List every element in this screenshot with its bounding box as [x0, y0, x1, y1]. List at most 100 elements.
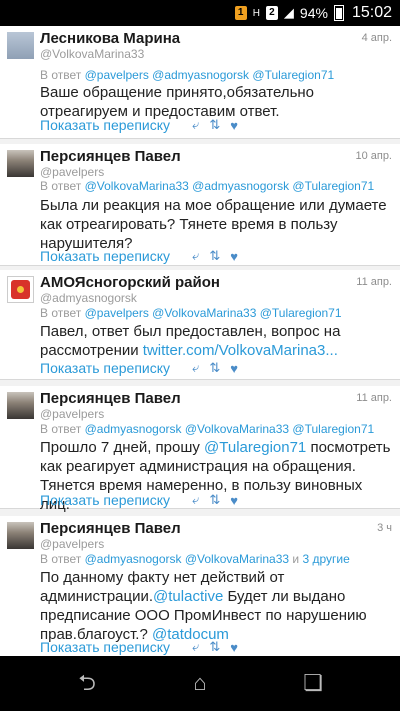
- heart-icon[interactable]: ♥: [230, 118, 238, 133]
- reply-icon[interactable]: ⤶: [192, 117, 199, 133]
- reply-line: В ответ @pavelpers @admyasnogorsk @Tular…: [40, 68, 334, 82]
- reply-prefix: В ответ: [40, 179, 82, 193]
- battery-icon: [333, 5, 344, 21]
- reply-mentions[interactable]: @pavelpers @VolkovaMarina33 @Tularegion7…: [85, 306, 342, 320]
- retweet-icon[interactable]: ⇅: [209, 117, 220, 133]
- author-name[interactable]: Персиянцев Павел: [40, 148, 181, 165]
- tweet-text: По данному факту нет действий от админис…: [40, 568, 392, 644]
- tweet-mention[interactable]: @tulactive: [153, 588, 223, 605]
- reply-prefix: В ответ: [40, 306, 82, 320]
- recents-icon[interactable]: ❏: [298, 670, 328, 696]
- retweet-icon[interactable]: ⇅: [209, 248, 220, 264]
- show-conversation-link[interactable]: Показать переписку: [40, 248, 170, 264]
- show-conversation-link[interactable]: Показать переписку: [40, 360, 170, 376]
- retweet-icon[interactable]: ⇅: [209, 360, 220, 376]
- avatar[interactable]: [7, 522, 34, 549]
- tweet-text-line: Была ли реакция на мое обращение или дум…: [40, 197, 387, 214]
- reply-and: и: [292, 552, 300, 566]
- tweet-date: 4 апр.: [361, 32, 392, 44]
- reply-mentions[interactable]: @admyasnogorsk @VolkovaMarina33 @Tulareg…: [85, 422, 375, 436]
- avatar[interactable]: [7, 276, 34, 303]
- author-name[interactable]: Персиянцев Павел: [40, 390, 181, 407]
- tweet-item[interactable]: Персиянцев Павел @pavelpers 10 апр. В от…: [0, 144, 400, 266]
- avatar[interactable]: [7, 150, 34, 177]
- back-icon[interactable]: ⮌: [72, 670, 102, 696]
- reply-icon[interactable]: ⤶: [192, 639, 199, 655]
- tweet-text-line: администрации.@tulactive Будет ли выдано: [40, 587, 392, 606]
- tweet-actions: Показать переписку ⤶ ⇅ ♥: [40, 492, 238, 508]
- author-handle[interactable]: @pavelpers: [40, 165, 104, 179]
- data-h-icon: H: [252, 7, 260, 19]
- reply-icon[interactable]: ⤶: [192, 492, 199, 508]
- status-icons: 1 H 2 ◢ 94% 15:02: [234, 4, 392, 22]
- sim1-badge: 1: [234, 6, 247, 20]
- author-handle[interactable]: @admyasnogorsk: [40, 291, 137, 305]
- tweet-item[interactable]: Персиянцев Павел @pavelpers 3 ч В ответ …: [0, 516, 400, 656]
- tweet-actions: Показать переписку ⤶ ⇅ ♥: [40, 248, 238, 264]
- tweet-text-span: рассмотрении: [40, 342, 143, 359]
- reply-icon[interactable]: ⤶: [192, 248, 199, 264]
- tweet-date: 10 апр.: [355, 150, 392, 162]
- tweet-mention[interactable]: @Tularegion71: [204, 439, 306, 456]
- tweet-link[interactable]: twitter.com/VolkovaMarina3...: [143, 342, 338, 359]
- reply-line: В ответ @admyasnogorsk @VolkovaMarina33 …: [40, 552, 350, 566]
- retweet-icon[interactable]: ⇅: [209, 492, 220, 508]
- avatar[interactable]: [7, 32, 34, 59]
- tweet-actions: Показать переписку ⤶ ⇅ ♥: [40, 639, 238, 655]
- tweet-text-line: рассмотрении twitter.com/VolkovaMarina3.…: [40, 341, 392, 360]
- tweet-text: Была ли реакция на мое обращение или дум…: [40, 196, 392, 253]
- retweet-icon[interactable]: ⇅: [209, 639, 220, 655]
- tweet-text-span: администрации.: [40, 588, 154, 605]
- tweet-text-span: посмотреть: [306, 439, 391, 456]
- tweet-date: 11 апр.: [356, 392, 392, 404]
- reply-mentions[interactable]: @VolkovaMarina33 @admyasnogorsk @Tulareg…: [85, 179, 375, 193]
- author-handle[interactable]: @pavelpers: [40, 407, 104, 421]
- tweet-date: 11 апр.: [356, 276, 392, 288]
- heart-icon[interactable]: ♥: [230, 249, 238, 264]
- tweet-text: Ваше обращение принято,обязательно отреа…: [40, 83, 392, 121]
- tweet-text-line: как реагирует администрация на обращения…: [40, 458, 356, 475]
- tweet-date: 3 ч: [377, 522, 392, 534]
- reply-prefix: В ответ: [40, 68, 82, 82]
- heart-icon[interactable]: ♥: [230, 361, 238, 376]
- tweet-text-span: Будет ли выдано: [223, 588, 346, 605]
- tweet-text-line: Прошло 7 дней, прошу @Tularegion71 посмо…: [40, 438, 392, 457]
- avatar[interactable]: [7, 392, 34, 419]
- tweet-item[interactable]: Персиянцев Павел @pavelpers 11 апр. В от…: [0, 386, 400, 513]
- heart-icon[interactable]: ♥: [230, 640, 238, 655]
- reply-line: В ответ @admyasnogorsk @VolkovaMarina33 …: [40, 422, 374, 436]
- status-bar: 1 H 2 ◢ 94% 15:02: [0, 0, 400, 26]
- show-conversation-link[interactable]: Показать переписку: [40, 639, 170, 655]
- reply-line: В ответ @pavelpers @VolkovaMarina33 @Tul…: [40, 306, 342, 320]
- show-conversation-link[interactable]: Показать переписку: [40, 117, 170, 133]
- tweet-text-line: Павел, ответ был предоставлен, вопрос на: [40, 323, 341, 340]
- tweet-item[interactable]: Лесникова Марина @VolkovaMarina33 4 апр.…: [0, 26, 400, 139]
- tweet-text-line: Ваше обращение принято,обязательно: [40, 84, 315, 101]
- author-name[interactable]: АМОЯсногорский район: [40, 274, 220, 291]
- author-name[interactable]: Персиянцев Павел: [40, 520, 181, 537]
- reply-prefix: В ответ: [40, 552, 82, 566]
- tweet-text: Павел, ответ был предоставлен, вопрос на…: [40, 322, 392, 360]
- tweet-actions: Показать переписку ⤶ ⇅ ♥: [40, 117, 238, 133]
- heart-icon[interactable]: ♥: [230, 493, 238, 508]
- reply-mentions[interactable]: @pavelpers @admyasnogorsk @Tularegion71: [85, 68, 335, 82]
- tweet-text-line: По данному факту нет действий от: [40, 569, 285, 586]
- author-handle[interactable]: @pavelpers: [40, 537, 104, 551]
- reply-icon[interactable]: ⤶: [192, 360, 199, 376]
- author-name[interactable]: Лесникова Марина: [40, 30, 180, 47]
- home-icon[interactable]: ⌂: [185, 670, 215, 696]
- show-conversation-link[interactable]: Показать переписку: [40, 492, 170, 508]
- reply-mentions[interactable]: @admyasnogorsk @VolkovaMarina33: [85, 552, 289, 566]
- status-time: 15:02: [351, 4, 392, 21]
- tweet-text-line: как отреагировать? Тянете время в пользу: [40, 216, 338, 233]
- reply-others-link[interactable]: 3 другие: [302, 552, 349, 566]
- tweet-text-line: предписание ООО ПромИнвест по нарушению: [40, 607, 367, 624]
- reply-prefix: В ответ: [40, 422, 82, 436]
- author-handle[interactable]: @VolkovaMarina33: [40, 47, 144, 61]
- tweet-actions: Показать переписку ⤶ ⇅ ♥: [40, 360, 238, 376]
- signal-icon: ◢: [283, 5, 294, 20]
- reply-line: В ответ @VolkovaMarina33 @admyasnogorsk …: [40, 179, 374, 193]
- tweet-text-span: Прошло 7 дней, прошу: [40, 439, 205, 456]
- tweet-feed[interactable]: Лесникова Марина @VolkovaMarina33 4 апр.…: [0, 26, 400, 656]
- tweet-item[interactable]: АМОЯсногорский район @admyasnogorsk 11 а…: [0, 270, 400, 380]
